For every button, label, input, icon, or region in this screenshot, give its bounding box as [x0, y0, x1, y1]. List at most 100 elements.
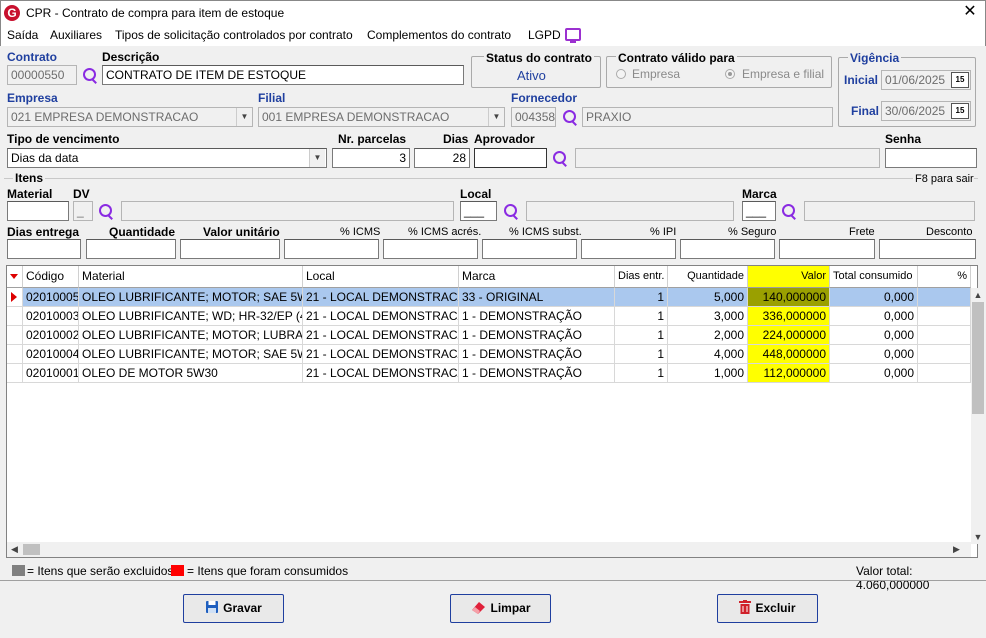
- table-cell[interactable]: 21 - LOCAL DEMONSTRACAO: [303, 326, 459, 345]
- chevron-down-icon[interactable]: ▼: [236, 108, 252, 126]
- col-quantidade[interactable]: Quantidade: [668, 266, 748, 288]
- icms-input[interactable]: [284, 239, 379, 259]
- table-cell[interactable]: 2,000: [668, 326, 748, 345]
- table-cell[interactable]: 4,000: [668, 345, 748, 364]
- table-cell[interactable]: 1: [615, 288, 668, 307]
- filial-select[interactable]: 001 EMPRESA DEMONSTRACAO: [258, 107, 505, 127]
- table-cell[interactable]: OLEO LUBRIFICANTE; MOTOR; SAE 5W3...: [79, 345, 303, 364]
- empresa-select[interactable]: 021 EMPRESA DEMONSTRACAO: [7, 107, 253, 127]
- marca-input[interactable]: ___: [742, 201, 776, 221]
- table-cell[interactable]: 1 - DEMONSTRAÇÃO: [459, 345, 615, 364]
- row-indicator[interactable]: [7, 345, 23, 364]
- table-cell[interactable]: 1: [615, 326, 668, 345]
- row-indicator[interactable]: [7, 364, 23, 383]
- chevron-right-icon[interactable]: ▶: [949, 542, 964, 557]
- table-cell[interactable]: 5,000: [668, 288, 748, 307]
- search-icon[interactable]: [503, 203, 519, 219]
- table-cell[interactable]: 0,000: [830, 345, 918, 364]
- quantidade-input[interactable]: [86, 239, 176, 259]
- col-marca[interactable]: Marca: [459, 266, 615, 288]
- table-row[interactable]: 02010003: [23, 307, 79, 326]
- menu-lgpd[interactable]: LGPD: [528, 28, 561, 42]
- tipo-vencimento-select[interactable]: Dias da data: [7, 148, 327, 168]
- search-icon[interactable]: [82, 67, 98, 83]
- table-cell[interactable]: 21 - LOCAL DEMONSTRACAO: [303, 345, 459, 364]
- col-material[interactable]: Material: [79, 266, 303, 288]
- col-valor[interactable]: Valor: [748, 266, 830, 288]
- calendar-icon[interactable]: 15: [951, 103, 969, 119]
- row-indicator[interactable]: [7, 326, 23, 345]
- descricao-input[interactable]: CONTRATO DE ITEM DE ESTOQUE: [102, 65, 464, 85]
- fornecedor-code-input[interactable]: 004358: [511, 107, 556, 127]
- table-cell[interactable]: 1 - DEMONSTRAÇÃO: [459, 326, 615, 345]
- table-cell[interactable]: 1 - DEMONSTRAÇÃO: [459, 364, 615, 383]
- table-cell[interactable]: 224,000000: [748, 326, 830, 345]
- table-cell[interactable]: 21 - LOCAL DEMONSTRACAO: [303, 288, 459, 307]
- chevron-down-icon[interactable]: ▼: [971, 530, 985, 544]
- table-cell[interactable]: OLEO LUBRIFICANTE; MOTOR; SAE 5W4...: [79, 288, 303, 307]
- table-cell[interactable]: 336,000000: [748, 307, 830, 326]
- contrato-input[interactable]: 00000550: [7, 65, 77, 85]
- chevron-left-icon[interactable]: ◀: [7, 542, 22, 557]
- col-total-consumido[interactable]: Total consumido: [830, 266, 918, 288]
- dias-input[interactable]: 28: [414, 148, 470, 168]
- table-cell[interactable]: 1: [615, 364, 668, 383]
- icms-acres-input[interactable]: [383, 239, 478, 259]
- table-row[interactable]: 02010005: [23, 288, 79, 307]
- table-cell[interactable]: 1 - DEMONSTRAÇÃO: [459, 307, 615, 326]
- dv-input[interactable]: _: [73, 201, 93, 221]
- frete-input[interactable]: [779, 239, 875, 259]
- gravar-button[interactable]: Gravar: [183, 594, 284, 623]
- table-cell[interactable]: 140,000000: [748, 288, 830, 307]
- local-input[interactable]: ___: [460, 201, 497, 221]
- table-cell[interactable]: 448,000000: [748, 345, 830, 364]
- table-cell[interactable]: OLEO LUBRIFICANTE; MOTOR; LUBRAX; ...: [79, 326, 303, 345]
- search-icon[interactable]: [562, 109, 578, 125]
- search-icon[interactable]: [98, 203, 114, 219]
- valor-unitario-input[interactable]: [180, 239, 280, 259]
- material-input[interactable]: [7, 201, 69, 221]
- table-cell[interactable]: OLEO DE MOTOR 5W30: [79, 364, 303, 383]
- table-cell[interactable]: [918, 345, 971, 364]
- table-cell[interactable]: 0,000: [830, 364, 918, 383]
- table-cell[interactable]: 21 - LOCAL DEMONSTRACAO: [303, 364, 459, 383]
- chevron-down-icon[interactable]: ▼: [488, 108, 504, 126]
- table-cell[interactable]: [918, 307, 971, 326]
- dias-entrega-input[interactable]: [7, 239, 81, 259]
- table-row[interactable]: 02010004: [23, 345, 79, 364]
- table-cell[interactable]: 112,000000: [748, 364, 830, 383]
- table-cell[interactable]: 1: [615, 307, 668, 326]
- grid-corner[interactable]: [7, 266, 23, 288]
- table-cell[interactable]: 0,000: [830, 307, 918, 326]
- vertical-scrollbar[interactable]: ▲ ▼: [971, 288, 985, 544]
- calendar-icon[interactable]: 15: [951, 72, 969, 88]
- desconto-input[interactable]: [879, 239, 976, 259]
- col-local[interactable]: Local: [303, 266, 459, 288]
- scroll-thumb[interactable]: [23, 544, 40, 555]
- ipi-input[interactable]: [581, 239, 676, 259]
- row-indicator[interactable]: [7, 307, 23, 326]
- parcelas-input[interactable]: 3: [332, 148, 410, 168]
- table-row[interactable]: 02010002: [23, 326, 79, 345]
- icms-subst-input[interactable]: [482, 239, 577, 259]
- search-icon[interactable]: [781, 203, 797, 219]
- table-cell[interactable]: [918, 288, 971, 307]
- table-cell[interactable]: 0,000: [830, 326, 918, 345]
- excluir-button[interactable]: Excluir: [717, 594, 818, 623]
- col-codigo[interactable]: Código: [23, 266, 79, 288]
- table-cell[interactable]: 33 - ORIGINAL: [459, 288, 615, 307]
- table-cell[interactable]: 3,000: [668, 307, 748, 326]
- senha-input[interactable]: [885, 148, 977, 168]
- row-indicator[interactable]: [7, 288, 23, 307]
- search-icon[interactable]: [552, 150, 568, 166]
- horizontal-scrollbar[interactable]: ◀ ▶: [7, 542, 971, 557]
- table-cell[interactable]: 21 - LOCAL DEMONSTRACAO: [303, 307, 459, 326]
- table-cell[interactable]: 0,000: [830, 288, 918, 307]
- table-cell[interactable]: [918, 326, 971, 345]
- table-row[interactable]: 02010001: [23, 364, 79, 383]
- radio-empresa-filial[interactable]: [725, 69, 735, 79]
- menu-tipos-solicitacao[interactable]: Tipos de solicitação controlados por con…: [115, 28, 353, 42]
- seguro-input[interactable]: [680, 239, 775, 259]
- limpar-button[interactable]: Limpar: [450, 594, 551, 623]
- radio-empresa[interactable]: [616, 69, 626, 79]
